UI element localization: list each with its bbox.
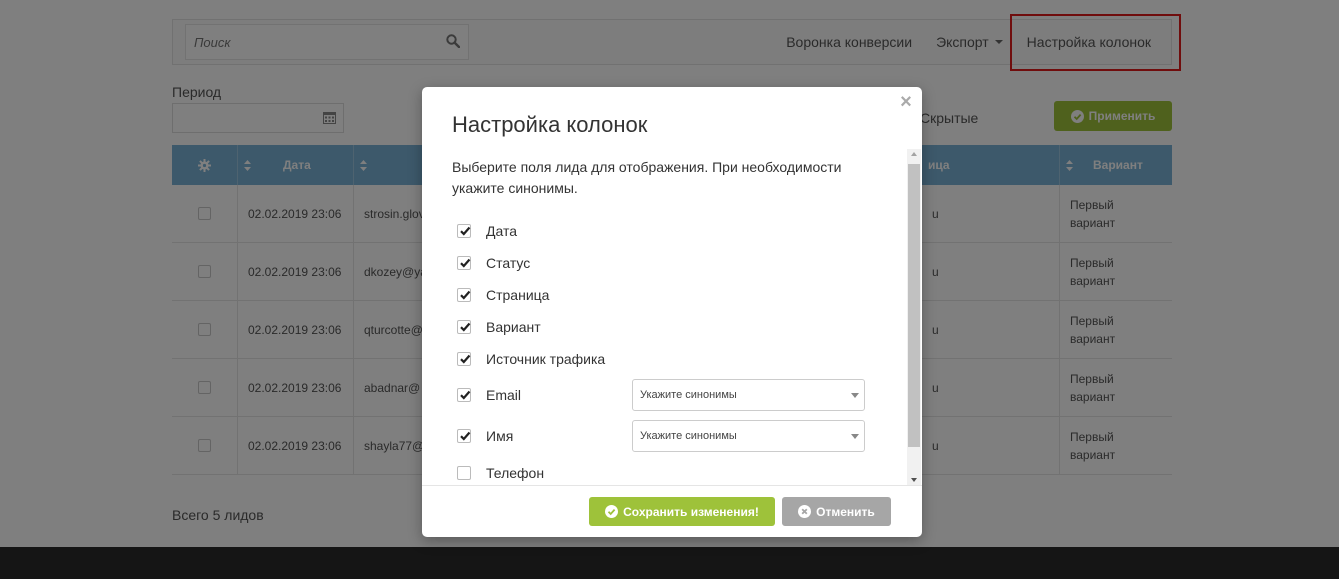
modal-description: Выберите поля лида для отображения. При …	[452, 159, 842, 196]
check-icon	[460, 290, 471, 300]
field-checkbox[interactable]	[457, 388, 471, 402]
field-checkbox[interactable]	[457, 320, 471, 334]
field-row: Телефон	[457, 463, 544, 483]
field-label: Имя	[486, 428, 514, 444]
field-row: Email	[457, 385, 521, 405]
check-circle-icon	[605, 505, 619, 518]
check-icon	[460, 431, 471, 441]
field-checkbox[interactable]	[457, 288, 471, 302]
field-row: Источник трафика	[457, 349, 605, 369]
field-row: Имя	[457, 426, 513, 446]
synonyms-placeholder: Укажите синонимы	[640, 430, 737, 442]
modal-title: Настройка колонок	[452, 112, 648, 137]
field-label: Источник трафика	[486, 351, 606, 367]
dropdown-arrow-icon	[851, 393, 859, 398]
check-icon	[460, 322, 471, 332]
field-label: Дата	[486, 223, 518, 239]
modal-scrollbar[interactable]	[907, 149, 921, 485]
field-checkbox[interactable]	[457, 466, 471, 480]
modal-body: Выберите поля лида для отображения. При …	[422, 149, 922, 485]
field-label: Вариант	[486, 319, 541, 335]
field-checkbox[interactable]	[457, 429, 471, 443]
check-icon	[460, 258, 471, 268]
cancel-button[interactable]: Отменить	[782, 497, 891, 526]
synonyms-select[interactable]: Укажите синонимы	[632, 420, 865, 452]
modal-footer: Сохранить изменения! Отменить	[422, 485, 922, 537]
synonyms-placeholder: Укажите синонимы	[640, 389, 737, 401]
dropdown-arrow-icon	[851, 434, 859, 439]
field-checkbox[interactable]	[457, 256, 471, 270]
field-checkbox[interactable]	[457, 352, 471, 366]
scroll-up-icon[interactable]	[911, 152, 917, 156]
scroll-thumb[interactable]	[908, 164, 920, 447]
check-icon	[460, 354, 471, 364]
synonyms-select[interactable]: Укажите синонимы	[632, 379, 865, 411]
columns-settings-modal: × Настройка колонок Выберите поля лида д…	[422, 87, 922, 537]
close-icon[interactable]: ×	[898, 91, 914, 113]
field-row: Дата	[457, 221, 517, 241]
field-checkbox[interactable]	[457, 224, 471, 238]
save-button[interactable]: Сохранить изменения!	[589, 497, 775, 526]
field-label: Email	[486, 387, 522, 403]
field-row: Статус	[457, 253, 530, 273]
field-label: Статус	[486, 255, 531, 271]
field-row: Вариант	[457, 317, 541, 337]
field-label: Телефон	[486, 465, 545, 481]
field-row: Страница	[457, 285, 549, 305]
close-circle-icon	[798, 505, 812, 518]
field-label: Страница	[486, 287, 550, 303]
scroll-down-icon[interactable]	[911, 478, 917, 482]
check-icon	[460, 390, 471, 400]
check-icon	[460, 226, 471, 236]
